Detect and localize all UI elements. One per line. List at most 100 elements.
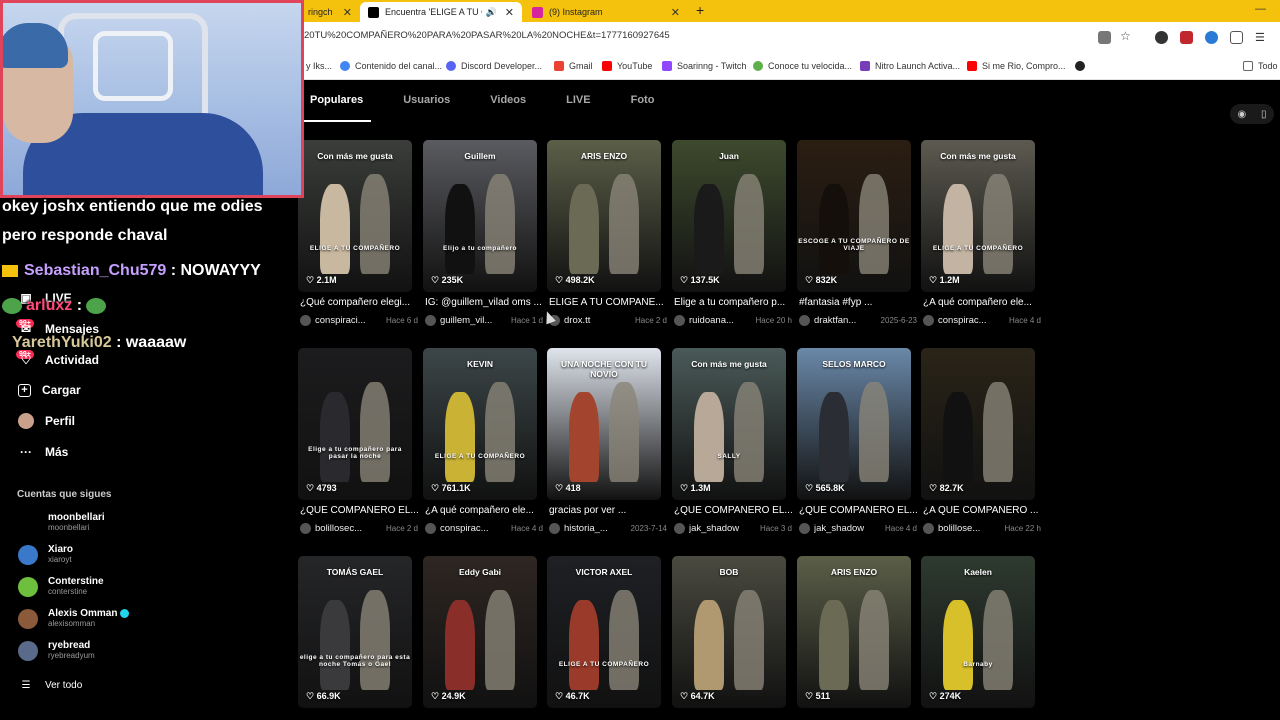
see-all-link[interactable]: ☰ Ver todo	[18, 677, 83, 693]
thumbnail-overlay-text: Elige a tu compañero para pasar la noche	[308, 446, 402, 460]
video-author-row[interactable]: conspirac... Hace 4 d	[923, 315, 1041, 326]
video-author-row[interactable]: conspirac... Hace 4 d	[425, 523, 543, 534]
video-thumbnail[interactable]: ESCOGE A TU COMPAÑERO DE VIAJE ♡ 832K	[797, 140, 911, 292]
bookmark[interactable]: Gmail	[554, 61, 593, 71]
video-thumbnail[interactable]: ♡ 82.7K	[921, 348, 1035, 500]
speaker-icon[interactable]: 🔊	[486, 7, 497, 18]
new-tab-button[interactable]: +	[696, 2, 704, 18]
video-author-row[interactable]: conspiraci... Hace 6 d	[300, 315, 418, 326]
phone-icon[interactable]: ▯	[1261, 109, 1267, 120]
video-caption[interactable]: ¿QUE COMPAÑERO EL...	[799, 505, 917, 516]
avatar	[18, 512, 38, 533]
video-caption[interactable]: ELIGE A TU COMPAÑE...	[549, 297, 667, 308]
video-author-row[interactable]: guillem_vil... Hace 1 d	[425, 315, 543, 326]
video-author-row[interactable]: jak_shadow Hace 3 d	[674, 523, 792, 534]
sidebar-item-mas[interactable]: ··· Más	[18, 444, 68, 460]
bookmark[interactable]: YouTube	[602, 61, 652, 71]
bookmark[interactable]: Si me Rio, Compro...	[967, 61, 1066, 71]
video-caption[interactable]: #fantasia #fyp ...	[799, 297, 917, 308]
video-caption[interactable]: ¿Qué compañero elegi...	[300, 297, 418, 308]
bookmark[interactable]: Discord Developer...	[446, 61, 542, 71]
sidebar-item-perfil[interactable]: Perfil	[18, 413, 75, 429]
extension-icon[interactable]	[1180, 31, 1193, 44]
video-author-row[interactable]: historia_... 2023-7-14	[549, 523, 667, 534]
video-thumbnail[interactable]: TOMÁS GAEL elige a tu compañero para esta…	[298, 556, 412, 708]
tab-live[interactable]: LIVE	[566, 94, 590, 122]
extension-icon[interactable]	[1205, 31, 1218, 44]
star-icon[interactable]: ☆	[1120, 29, 1133, 43]
tab-foto[interactable]: Foto	[631, 94, 655, 122]
extension-icon[interactable]	[1155, 31, 1168, 44]
thumbnail-overlay-text: Barnaby	[963, 661, 993, 668]
video-caption[interactable]: ¿A qué compañero ele...	[425, 505, 543, 516]
video-thumbnail[interactable]: Guillem Elijo a tu compañero ♡ 235K	[423, 140, 537, 292]
video-caption[interactable]: ¿QUE COMPAÑERO EL...	[300, 505, 418, 516]
thumbnail-top-text: ARIS ENZO	[580, 151, 628, 161]
close-icon[interactable]: ✕	[335, 6, 352, 19]
video-caption[interactable]: gracias por ver ...	[549, 505, 667, 516]
following-account[interactable]: ryebread ryebreadyum	[18, 640, 95, 661]
video-caption[interactable]: Elige a tu compañero p...	[674, 297, 792, 308]
tab-videos[interactable]: Videos	[490, 94, 526, 122]
bookmark[interactable]: Contenido del canal...	[340, 61, 442, 71]
bookmark[interactable]: Soarinng - Twitch	[662, 61, 746, 71]
following-account[interactable]: Conterstine conterstine	[18, 576, 104, 597]
menu-icon[interactable]: ☰	[1255, 31, 1268, 44]
following-account[interactable]: moonbellari moonbellari	[18, 512, 105, 533]
thumbnail-top-text: Eddy Gabi	[458, 567, 502, 577]
search-tabs: Populares Usuarios Videos LIVE Foto	[301, 94, 694, 122]
tv-icon[interactable]: ◉	[1237, 109, 1246, 120]
video-author-row[interactable]: draktfan... 2025-6-23	[799, 315, 917, 326]
account-handle: moonbellari	[48, 523, 90, 532]
device-toggle[interactable]: ◉ ▯	[1230, 104, 1274, 124]
avatar	[18, 640, 38, 661]
video-thumbnail[interactable]: UNA NOCHE CON TU NOVIO ♡ 418	[547, 348, 661, 500]
tab-populares[interactable]: Populares	[301, 94, 372, 122]
video-thumbnail[interactable]: Juan ♡ 137.5K	[672, 140, 786, 292]
thumbnail-figure	[859, 382, 889, 482]
close-icon[interactable]: ✕	[663, 6, 680, 19]
tab-usuarios[interactable]: Usuarios	[403, 94, 450, 122]
video-thumbnail[interactable]: Elige a tu compañero para pasar la noche…	[298, 348, 412, 500]
translate-icon[interactable]	[1098, 31, 1111, 44]
like-count: ♡ 1.3M	[680, 483, 711, 494]
bookmark[interactable]: y Iks...	[306, 61, 332, 71]
like-count: ♡ 137.5K	[680, 275, 720, 286]
video-thumbnail[interactable]: VICTOR AXEL ELIGE A TU COMPAÑERO ♡ 46.7K	[547, 556, 661, 708]
video-thumbnail[interactable]: BOB ♡ 64.7K	[672, 556, 786, 708]
video-thumbnail[interactable]: ARIS ENZO ♡ 511	[797, 556, 911, 708]
browser-tab-active[interactable]: Encuentra 'ELIGE A TU COM 🔊 ✕	[360, 2, 522, 22]
close-icon[interactable]: ✕	[497, 6, 514, 19]
video-author-row[interactable]: bolillose... Hace 22 h	[923, 523, 1041, 534]
minimize-icon[interactable]: —	[1255, 3, 1266, 15]
bookmark[interactable]: Conoce tu velocida...	[753, 61, 852, 71]
video-author-row[interactable]: jak_shadow Hace 4 d	[799, 523, 917, 534]
sidebar-item-actividad[interactable]: ♡ Actividad	[18, 352, 99, 368]
puzzle-icon[interactable]	[1230, 31, 1243, 44]
following-account[interactable]: Alexis Omman alexisomman	[18, 608, 130, 629]
bookmark-folder[interactable]: Todo	[1243, 61, 1278, 71]
video-author-row[interactable]: ruidoana... Hace 20 h	[674, 315, 792, 326]
video-thumbnail[interactable]: Kaelen Barnaby ♡ 274K	[921, 556, 1035, 708]
url-field[interactable]: 20TU%20COMPAÑERO%20PARA%20PASAR%20LA%20N…	[304, 30, 670, 41]
video-caption[interactable]: IG: @guillem_vilad oms ...	[425, 297, 543, 308]
video-thumbnail[interactable]: Con más me gusta ELIGE A TU COMPAÑERO ♡ 1.…	[921, 140, 1035, 292]
video-caption[interactable]: ¿A qué compañero ele...	[923, 297, 1041, 308]
sidebar-item-cargar[interactable]: + Cargar	[18, 383, 81, 397]
video-thumbnail[interactable]: Con más me gusta SALLY ♡ 1.3M	[672, 348, 786, 500]
following-account[interactable]: Xiaro xiaroyt	[18, 544, 73, 565]
video-thumbnail[interactable]: Eddy Gabi ♡ 24.9K	[423, 556, 537, 708]
video-author-row[interactable]: drox.tt Hace 2 d	[549, 315, 667, 326]
bookmark[interactable]	[1075, 61, 1090, 71]
video-caption[interactable]: ¿A QUÉ COMPAÑERO ...	[923, 505, 1041, 516]
video-thumbnail[interactable]: SELOS MARCO ♡ 565.8K	[797, 348, 911, 500]
video-thumbnail[interactable]: KEVIN ELIGE A TU COMPAÑERO ♡ 761.1K	[423, 348, 537, 500]
browser-tab[interactable]: (9) Instagram ✕	[524, 2, 688, 22]
video-author-row[interactable]: bolillosec... Hace 2 d	[300, 523, 418, 534]
browser-tab[interactable]: ringch ✕	[300, 2, 360, 22]
video-thumbnail[interactable]: Con más me gusta ELIGE A TU COMPAÑERO ♡ 2.…	[298, 140, 412, 292]
video-caption[interactable]: ¿QUE COMPAÑERO EL...	[674, 505, 792, 516]
bookmark[interactable]: Nitro Launch Activa...	[860, 61, 960, 71]
tiktok-icon	[368, 6, 379, 18]
video-thumbnail[interactable]: ARIS ENZO ♡ 498.2K	[547, 140, 661, 292]
